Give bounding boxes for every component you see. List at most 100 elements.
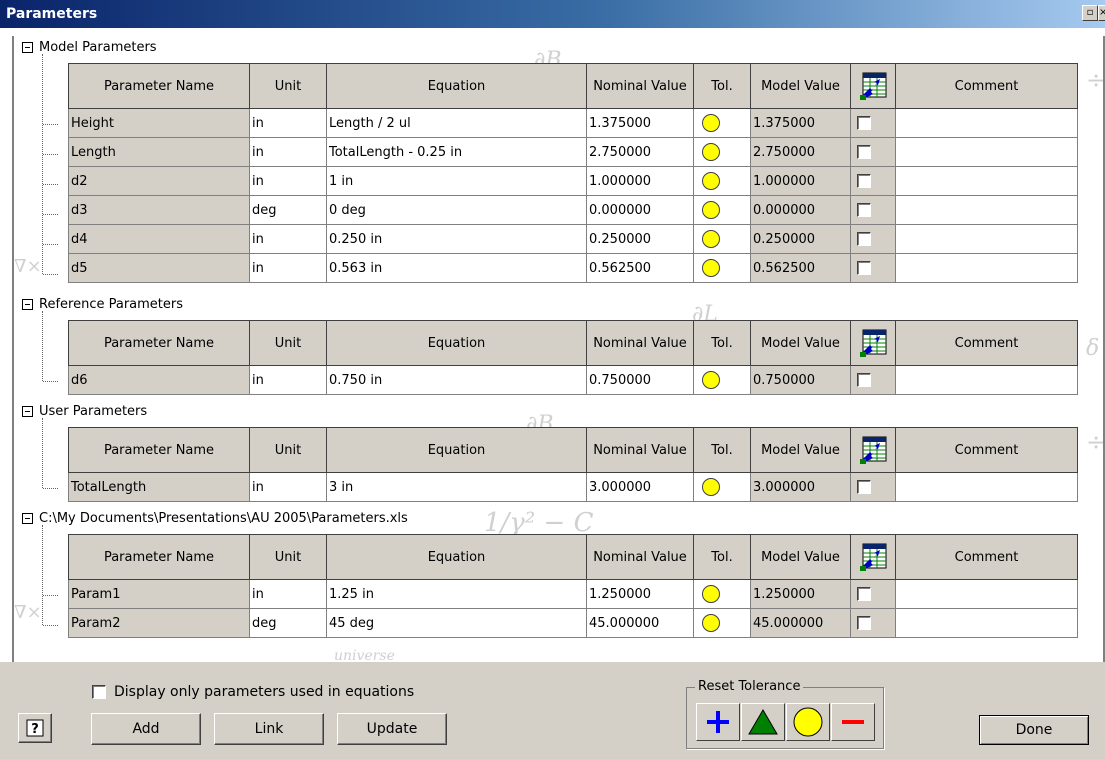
group-header-user-parameters[interactable]: User Parameters: [22, 400, 147, 422]
tolerance-circle-icon[interactable]: [702, 259, 720, 277]
column-header-unit[interactable]: Unit: [249, 534, 327, 580]
equation-cell[interactable]: 0 deg: [326, 195, 587, 225]
unit-cell[interactable]: in: [249, 472, 327, 502]
comment-cell[interactable]: [895, 166, 1078, 196]
close-button[interactable]: ×: [1098, 5, 1105, 21]
collapse-toggle-icon[interactable]: [22, 405, 33, 417]
export-cell[interactable]: [850, 253, 896, 283]
update-button[interactable]: Update: [337, 713, 447, 745]
column-header-unit[interactable]: Unit: [249, 427, 327, 473]
column-header-tolerance[interactable]: Tol.: [693, 427, 751, 473]
equation-cell[interactable]: 45 deg: [326, 608, 587, 638]
column-header-equation[interactable]: Equation: [326, 320, 587, 366]
tolerance-circle-icon[interactable]: [702, 201, 720, 219]
column-header-nominal-value[interactable]: Nominal Value: [586, 534, 694, 580]
export-cell[interactable]: [850, 108, 896, 138]
column-header-model-value[interactable]: Model Value: [750, 320, 851, 366]
column-header-unit[interactable]: Unit: [249, 63, 327, 109]
table-row[interactable]: Length in TotalLength - 0.25 in 2.750000 2.7…: [68, 137, 1078, 167]
column-header-equation[interactable]: Equation: [326, 534, 587, 580]
tolerance-cell[interactable]: [693, 166, 751, 196]
nominal-value-cell[interactable]: 1.250000: [586, 579, 694, 609]
export-cell[interactable]: [850, 579, 896, 609]
comment-cell[interactable]: [895, 137, 1078, 167]
export-cell[interactable]: [850, 224, 896, 254]
equation-cell[interactable]: 1 in: [326, 166, 587, 196]
comment-cell[interactable]: [895, 108, 1078, 138]
export-checkbox[interactable]: [857, 373, 871, 387]
column-header-param-name[interactable]: Parameter Name: [68, 63, 250, 109]
comment-cell[interactable]: [895, 224, 1078, 254]
tolerance-median-button[interactable]: [741, 703, 785, 741]
tolerance-cell[interactable]: [693, 137, 751, 167]
group-header-linked-spreadsheet[interactable]: C:\My Documents\Presentations\AU 2005\Pa…: [22, 507, 408, 529]
nominal-value-cell[interactable]: 45.000000: [586, 608, 694, 638]
tolerance-cell[interactable]: [693, 108, 751, 138]
column-header-unit[interactable]: Unit: [249, 320, 327, 366]
export-checkbox[interactable]: [857, 116, 871, 130]
nominal-value-cell[interactable]: 0.562500: [586, 253, 694, 283]
tolerance-cell[interactable]: [693, 365, 751, 395]
column-header-tolerance[interactable]: Tol.: [693, 534, 751, 580]
comment-cell[interactable]: [895, 195, 1078, 225]
table-row[interactable]: d3 deg 0 deg 0.000000 0.000000: [68, 195, 1078, 225]
column-header-param-name[interactable]: Parameter Name: [68, 534, 250, 580]
export-checkbox[interactable]: [857, 616, 871, 630]
column-header-export[interactable]: [850, 320, 896, 366]
tolerance-circle-icon[interactable]: [702, 230, 720, 248]
unit-cell[interactable]: in: [249, 253, 327, 283]
restore-button[interactable]: ▫: [1082, 5, 1098, 21]
column-header-model-value[interactable]: Model Value: [750, 427, 851, 473]
nominal-value-cell[interactable]: 1.375000: [586, 108, 694, 138]
tolerance-cell[interactable]: [693, 224, 751, 254]
comment-cell[interactable]: [895, 608, 1078, 638]
unit-cell[interactable]: in: [249, 224, 327, 254]
equation-cell[interactable]: 0.750 in: [326, 365, 587, 395]
export-checkbox[interactable]: [857, 587, 871, 601]
column-header-comment[interactable]: Comment: [895, 320, 1078, 366]
nominal-value-cell[interactable]: 0.000000: [586, 195, 694, 225]
tolerance-circle-icon[interactable]: [702, 478, 720, 496]
equation-cell[interactable]: Length / 2 ul: [326, 108, 587, 138]
export-cell[interactable]: [850, 365, 896, 395]
column-header-model-value[interactable]: Model Value: [750, 534, 851, 580]
export-cell[interactable]: [850, 166, 896, 196]
export-cell[interactable]: [850, 472, 896, 502]
tolerance-circle-icon[interactable]: [702, 172, 720, 190]
collapse-toggle-icon[interactable]: [22, 41, 33, 53]
column-header-comment[interactable]: Comment: [895, 427, 1078, 473]
tolerance-circle-icon[interactable]: [702, 114, 720, 132]
equation-cell[interactable]: 1.25 in: [326, 579, 587, 609]
tolerance-cell[interactable]: [693, 195, 751, 225]
add-button[interactable]: Add: [91, 713, 201, 745]
tolerance-nominal-button[interactable]: [786, 703, 830, 741]
table-row[interactable]: Param2 deg 45 deg 45.000000 45.000000: [68, 608, 1078, 638]
tolerance-cell[interactable]: [693, 608, 751, 638]
column-header-nominal-value[interactable]: Nominal Value: [586, 320, 694, 366]
export-cell[interactable]: [850, 137, 896, 167]
comment-cell[interactable]: [895, 253, 1078, 283]
table-row[interactable]: TotalLength in 3 in 3.000000 3.000000: [68, 472, 1078, 502]
table-row[interactable]: Height in Length / 2 ul 1.375000 1.375000: [68, 108, 1078, 138]
tolerance-lower-button[interactable]: [831, 703, 875, 741]
column-header-export[interactable]: [850, 427, 896, 473]
column-header-nominal-value[interactable]: Nominal Value: [586, 63, 694, 109]
table-row[interactable]: d4 in 0.250 in 0.250000 0.250000: [68, 224, 1078, 254]
column-header-comment[interactable]: Comment: [895, 534, 1078, 580]
unit-cell[interactable]: in: [249, 108, 327, 138]
group-header-reference-parameters[interactable]: Reference Parameters: [22, 293, 183, 315]
table-row[interactable]: d2 in 1 in 1.000000 1.000000: [68, 166, 1078, 196]
column-header-tolerance[interactable]: Tol.: [693, 320, 751, 366]
column-header-param-name[interactable]: Parameter Name: [68, 320, 250, 366]
tolerance-cell[interactable]: [693, 472, 751, 502]
unit-cell[interactable]: in: [249, 166, 327, 196]
table-row[interactable]: d6 in 0.750 in 0.750000 0.750000: [68, 365, 1078, 395]
table-row[interactable]: Param1 in 1.25 in 1.250000 1.250000: [68, 579, 1078, 609]
done-button[interactable]: Done: [979, 715, 1089, 745]
link-button[interactable]: Link: [214, 713, 324, 745]
column-header-model-value[interactable]: Model Value: [750, 63, 851, 109]
tolerance-upper-button[interactable]: [696, 703, 740, 741]
display-used-checkbox[interactable]: [92, 685, 106, 699]
tolerance-circle-icon[interactable]: [702, 371, 720, 389]
column-header-nominal-value[interactable]: Nominal Value: [586, 427, 694, 473]
